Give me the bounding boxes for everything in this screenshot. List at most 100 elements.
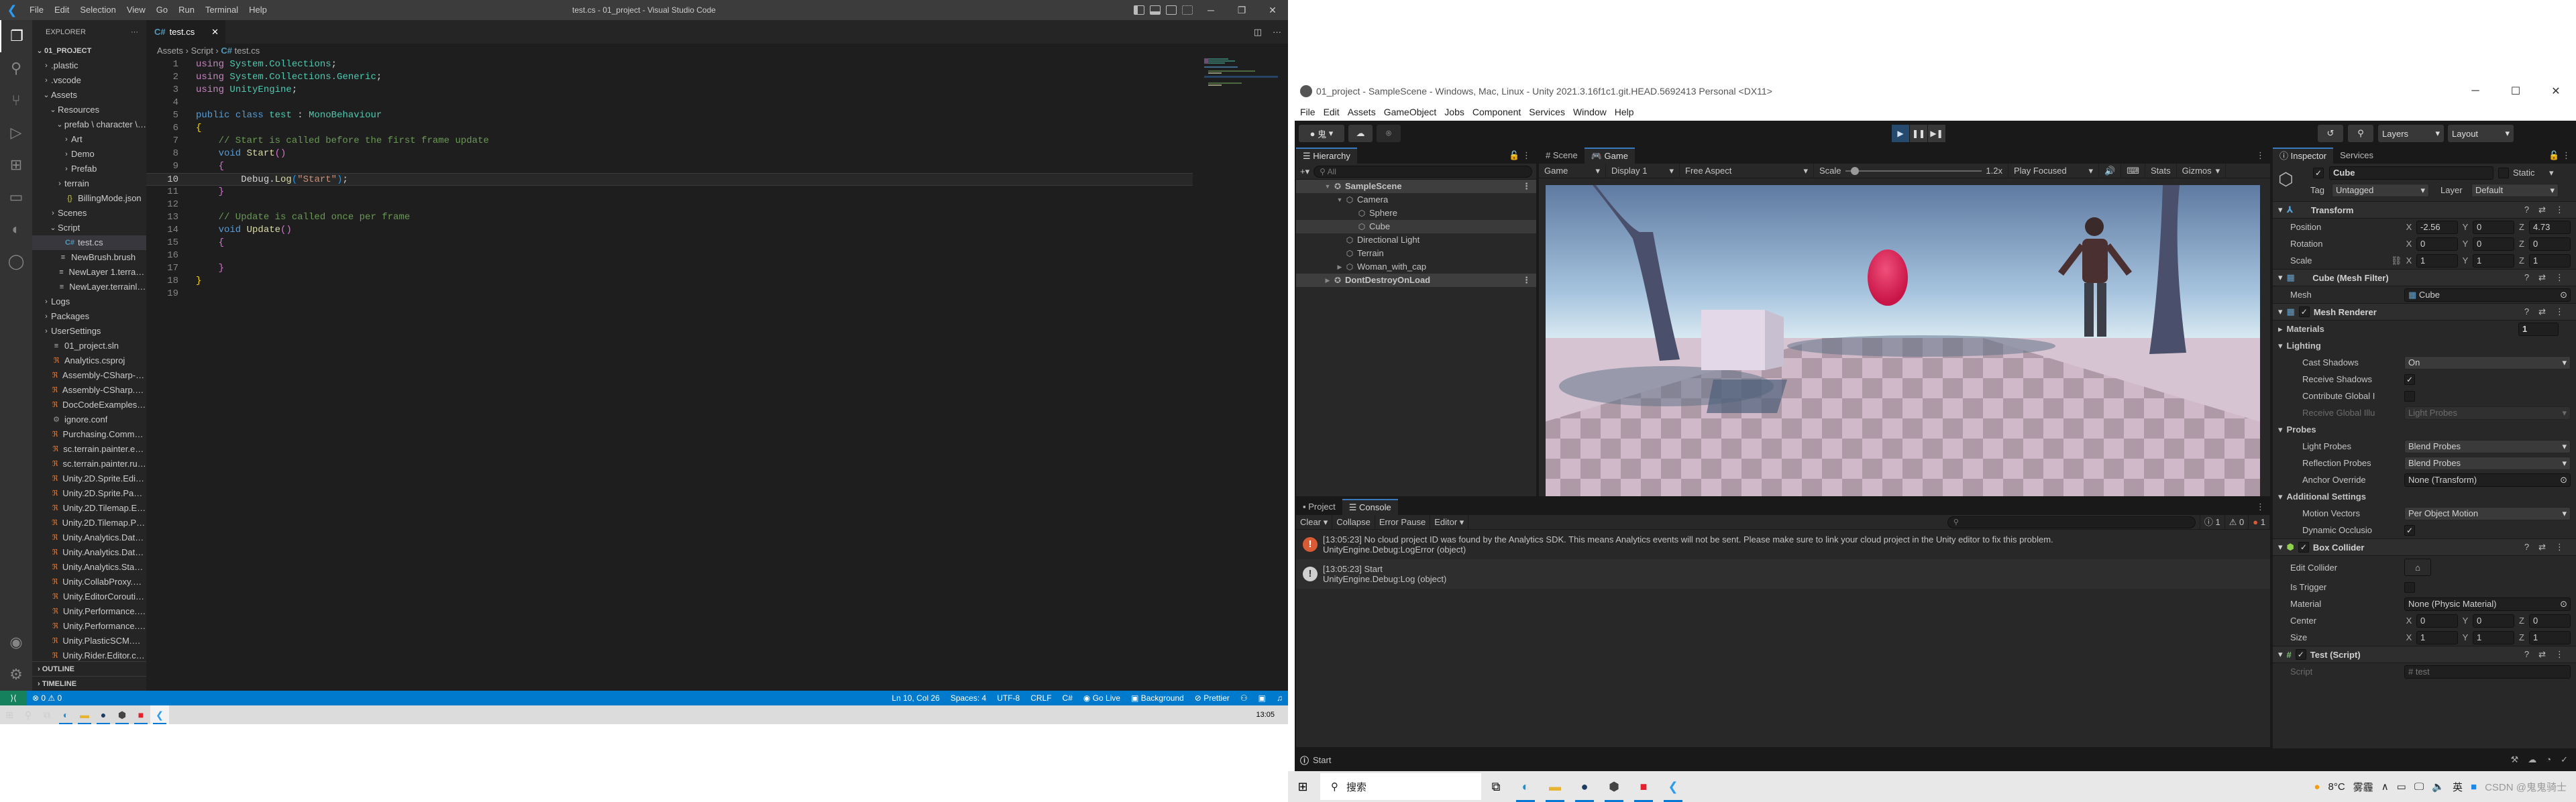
cube-object[interactable] [1701, 310, 1765, 370]
auto-generate-icon[interactable]: ✓ [2561, 754, 2568, 765]
collapse-button[interactable]: Collapse [1332, 514, 1375, 530]
hierarchy-lock-icon[interactable]: 🔓 ⋮ [1509, 148, 1536, 164]
menu-terminal[interactable]: Terminal [200, 0, 244, 20]
static-checkbox[interactable] [2498, 168, 2509, 178]
tree-folder[interactable]: › Packages [32, 309, 146, 324]
unity-menu-assets[interactable]: Assets [1348, 107, 1376, 117]
explorer-icon[interactable]: ❐ [0, 20, 32, 52]
show-hidden-icons[interactable]: ∧ [2381, 781, 2389, 793]
component-menu-icon[interactable]: ⋮ [2555, 649, 2564, 660]
menu-go[interactable]: Go [151, 0, 173, 20]
tree-file[interactable]: ≡ NewBrush.brush [32, 250, 146, 265]
windows-start-icon[interactable]: ⊞ [1288, 771, 1318, 802]
collab-icon[interactable]: ☁ [2528, 754, 2536, 765]
tab-project[interactable]: ▪ Project [1296, 499, 1342, 515]
search-icon[interactable]: ⚲ [2348, 125, 2373, 142]
extensions-icon[interactable]: ⊞ [0, 149, 32, 181]
code-line[interactable]: 18} [146, 275, 1193, 288]
tree-file[interactable]: ⚙ ignore.conf [32, 412, 146, 427]
maximize-button[interactable]: ☐ [2496, 84, 2536, 98]
clear-button[interactable]: Clear ▾ [1296, 514, 1333, 530]
step-button[interactable]: ▶❚ [1928, 125, 1945, 142]
layers-dropdown[interactable]: Layers ▾ [2378, 125, 2444, 142]
tree-file[interactable]: ℜsc.terrain.painter.edit... [32, 442, 146, 457]
cloud-icon[interactable]: ☁ [1348, 125, 1373, 142]
mesh-filter-component[interactable]: ▾ ▦ Cube (Mesh Filter)? ⇄ ⋮ [2273, 269, 2576, 286]
indentation[interactable]: Spaces: 4 [945, 693, 991, 703]
toggle-sidebar-icon[interactable] [1134, 5, 1144, 15]
hierarchy-item[interactable]: ⬡ Directional Light [1296, 233, 1536, 247]
edit-collider-button[interactable]: ⌂ [2404, 559, 2431, 576]
code-line[interactable]: 10 Debug. Log("Start"); [146, 173, 1193, 186]
code-line[interactable]: 13 // Update is called once per frame [146, 211, 1193, 224]
code-line[interactable]: 15 { [146, 237, 1193, 249]
sphere-object[interactable] [1868, 249, 1908, 306]
undo-history-icon[interactable]: ↺ [2318, 125, 2343, 142]
console-message[interactable]: ! [13:05:23] No cloud project ID was foun… [1296, 530, 2270, 559]
code-line[interactable]: 2 using System.Collections.Generic; [146, 71, 1193, 84]
light-probes-dropdown[interactable]: Blend Probes ▾ [2404, 439, 2571, 453]
scale-z-field[interactable]: 1 [2529, 253, 2571, 268]
position-z-field[interactable]: 4.73 [2529, 220, 2571, 234]
error-count-toggle[interactable]: ● 1 [2249, 514, 2270, 530]
tree-file[interactable]: C# test.cs [32, 235, 146, 250]
rotation-y-field[interactable]: 0 [2473, 237, 2514, 251]
console-more-icon[interactable]: ⋮ [2256, 499, 2270, 515]
tree-file[interactable]: ≡ NewLayer.terrainlayer [32, 280, 146, 294]
play-button[interactable]: ▶ [1892, 125, 1909, 142]
shortcuts-icon[interactable]: ⌨ [2121, 163, 2145, 178]
help-icon[interactable]: ? [2524, 649, 2529, 660]
scene-menu-icon[interactable]: ⋮ [1522, 274, 1536, 287]
tree-folder[interactable]: › Demo [32, 147, 146, 162]
menu-run[interactable]: Run [173, 0, 200, 20]
close-tab-icon[interactable]: ✕ [211, 27, 219, 38]
log-count-toggle[interactable]: ⓘ 1 [2199, 514, 2225, 530]
unity-menu-help[interactable]: Help [1615, 107, 1634, 117]
tree-file[interactable]: {} BillingMode.json [32, 191, 146, 206]
unity-menu-gameobject[interactable]: GameObject [1384, 107, 1437, 117]
tree-file[interactable]: ℜ Unity.Analytics.Standa... [32, 560, 146, 575]
menu-selection[interactable]: Selection [74, 0, 121, 20]
play-mode-dropdown[interactable]: Play Focused ▾ [2008, 163, 2099, 178]
position-y-field[interactable]: 0 [2473, 220, 2514, 234]
tree-file[interactable]: ℜ Unity.Analytics.DataPr... [32, 530, 146, 545]
console-message[interactable]: ! [13:05:23] Start UnityEngine.Debug:Log (… [1296, 559, 2270, 589]
youdao-taskbar-icon[interactable]: ■ [1629, 771, 1658, 802]
tree-file[interactable]: ≡ NewLayer 1.terrainla... [32, 265, 146, 280]
restore-button[interactable]: ❐ [1226, 5, 1257, 16]
help-icon[interactable]: ? [2524, 306, 2529, 317]
scale-slider[interactable]: Scale 1.2x [1814, 163, 2008, 178]
code-line[interactable]: 7 // Start is called before the first fr… [146, 135, 1193, 148]
materials-foldout[interactable]: ▸ Materials 1 [2273, 321, 2576, 337]
position-x-field[interactable]: -2.56 [2416, 220, 2458, 234]
edge-devtools-icon[interactable]: ◐ [0, 213, 32, 245]
edge-taskbar-icon[interactable]: ◐ [56, 705, 75, 724]
background-button[interactable]: ▣ Background [1126, 693, 1189, 703]
code-line[interactable]: 9 { [146, 160, 1193, 173]
create-button[interactable]: +▾ [1300, 166, 1309, 177]
scene-menu-icon[interactable]: ⋮ [1522, 180, 1536, 193]
game-viewport[interactable] [1546, 185, 2260, 496]
network-icon[interactable]: 🖵 [2414, 781, 2424, 793]
mute-audio-icon[interactable]: 🔊 [2099, 163, 2122, 178]
remote-explorer-icon[interactable]: ▭ [0, 181, 32, 213]
go-live-button[interactable]: ◉ Go Live [1078, 693, 1126, 703]
size-y-field[interactable]: 1 [2473, 630, 2514, 644]
stats-button[interactable]: Stats [2145, 163, 2177, 178]
foldout-open-icon[interactable]: ▼ [1335, 193, 1344, 207]
tree-file[interactable]: ℜ Unity.Analytics.DataPr... [32, 545, 146, 560]
code-line[interactable]: 19 [146, 288, 1193, 300]
language-mode[interactable]: C# [1057, 693, 1078, 703]
code-line[interactable]: 1 using System.Collections; [146, 58, 1193, 71]
source-control-icon[interactable]: ⑂ [0, 84, 32, 117]
component-menu-icon[interactable]: ⋮ [2555, 272, 2564, 283]
rotation-z-field[interactable]: 0 [2529, 237, 2571, 251]
static-dropdown[interactable]: ▾ [2549, 168, 2554, 178]
tree-file[interactable]: ℜ DocCodeExamples.cs... [32, 398, 146, 412]
taskbar-search-box[interactable]: ⚲ 搜索 [1320, 773, 1481, 800]
tab-game[interactable]: 🎮 Game [1584, 148, 1635, 164]
weather-description[interactable]: 雾霾 [2353, 780, 2373, 794]
test-script-component[interactable]: ▾ # ✓ Test (Script)? ⇄ ⋮ [2273, 646, 2576, 663]
remote-indicator-icon[interactable]: ⟩⟨ [0, 691, 27, 705]
reflection-probes-dropdown[interactable]: Blend Probes ▾ [2404, 456, 2571, 470]
